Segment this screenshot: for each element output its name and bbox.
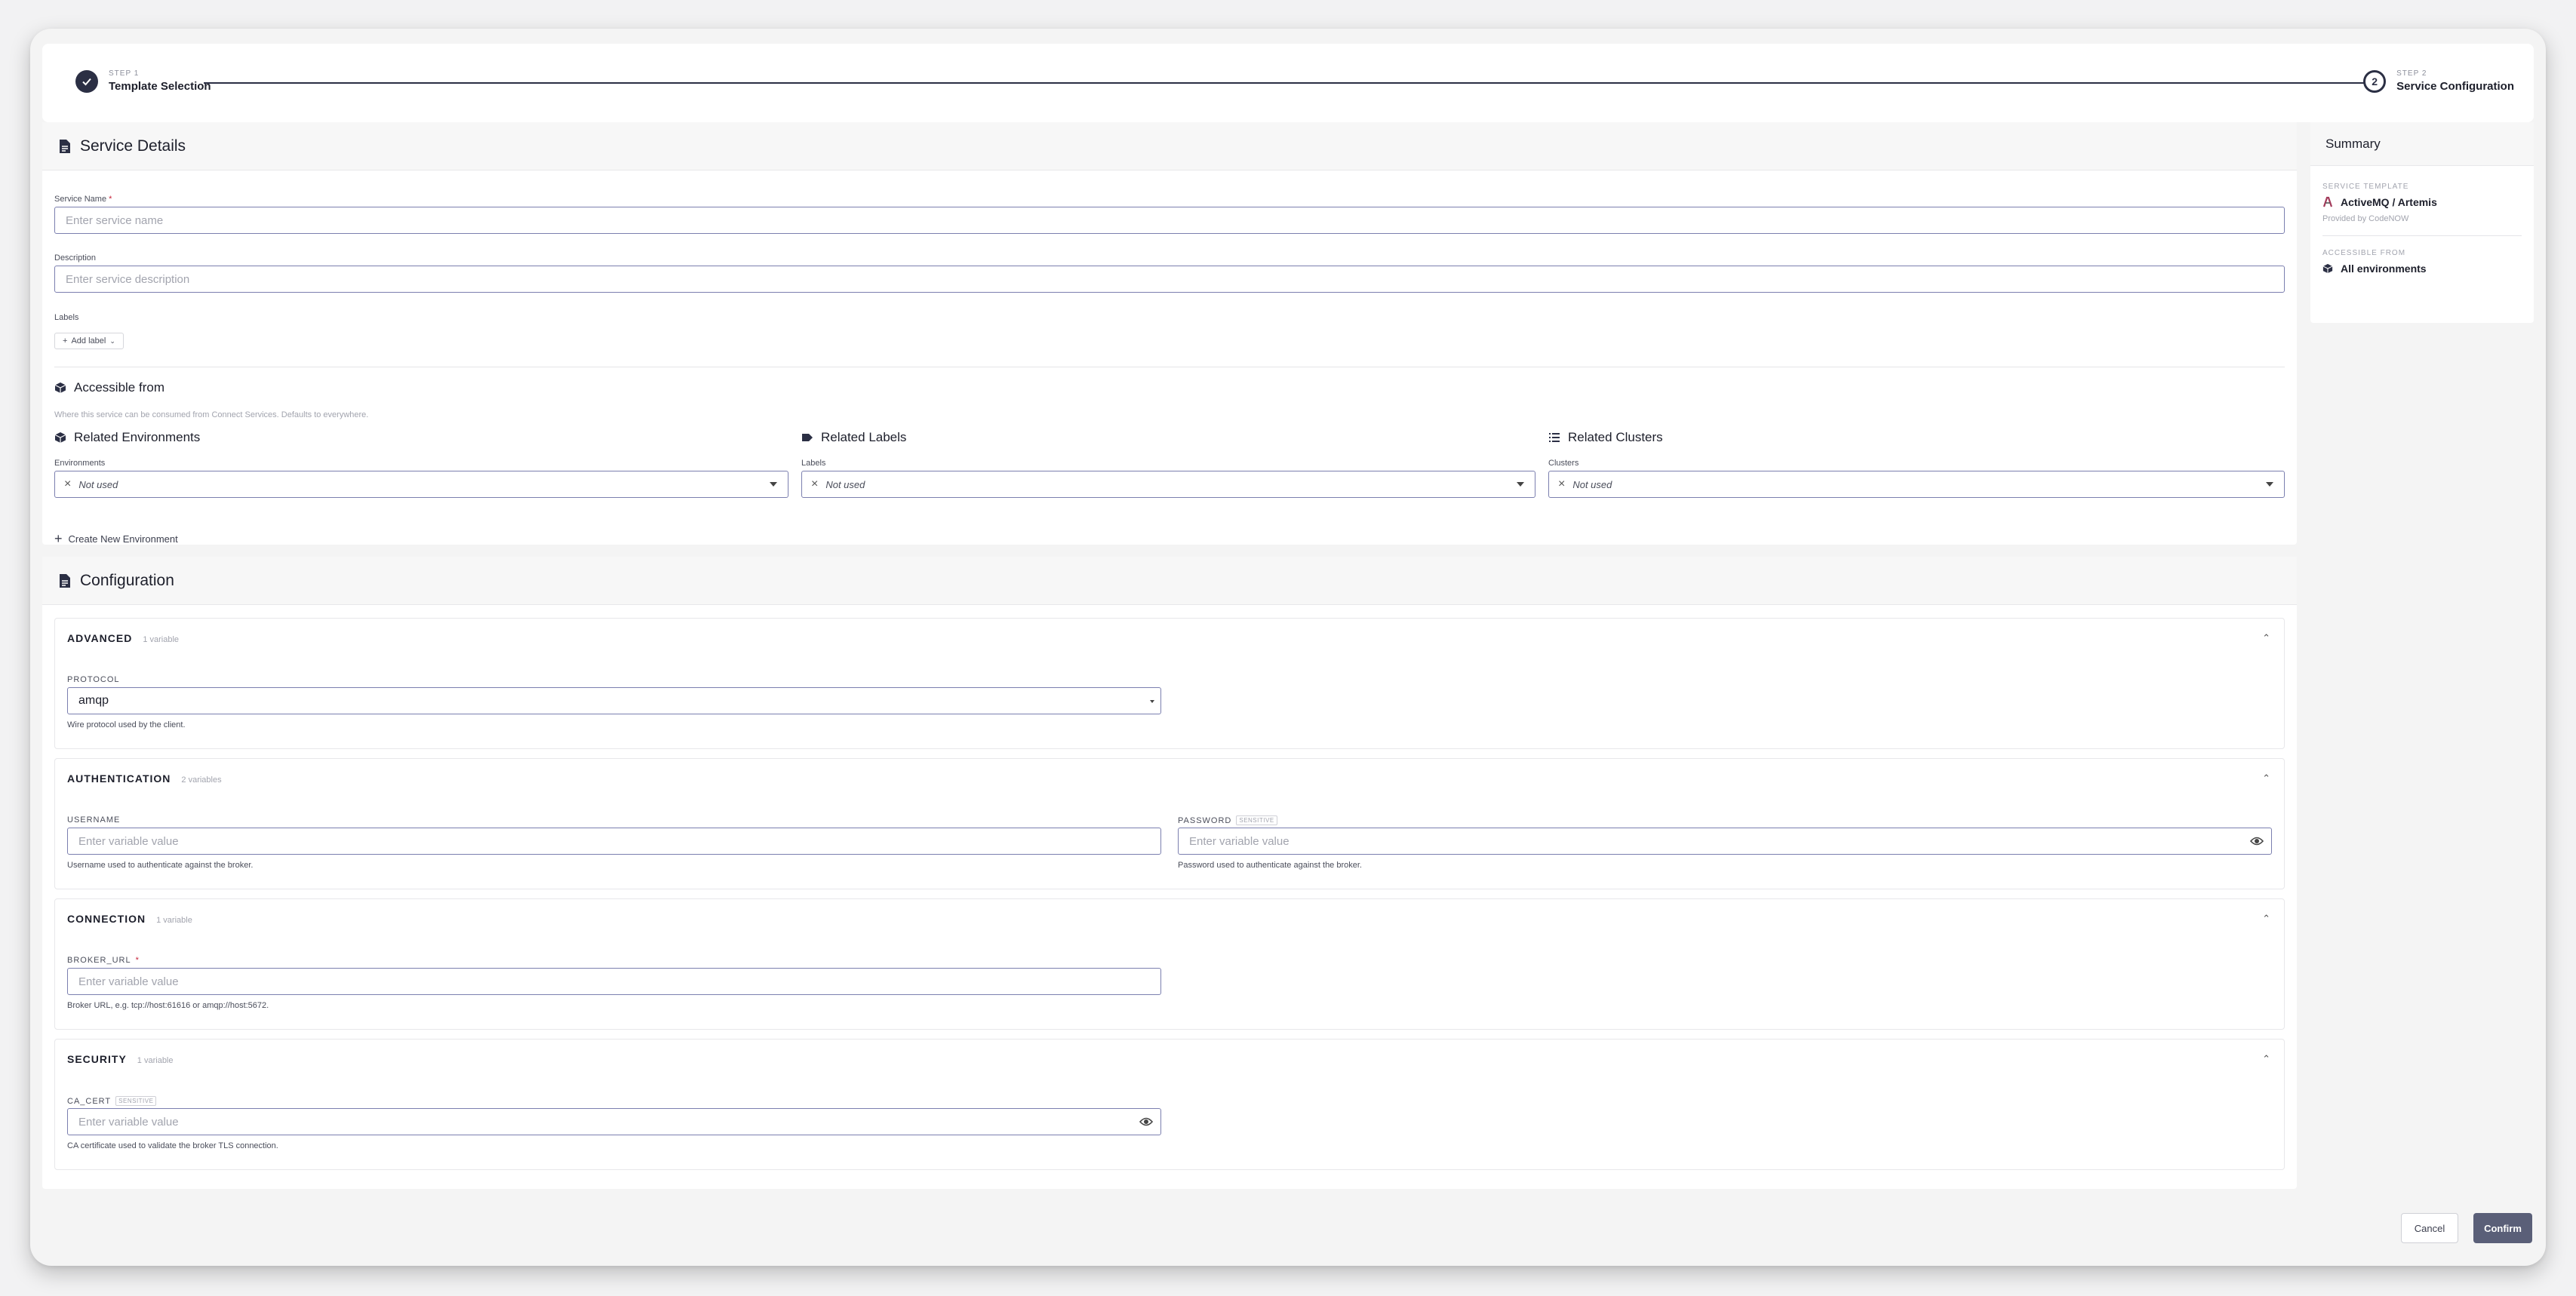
description-input[interactable]: Enter service description xyxy=(54,266,2285,293)
chevron-up-icon[interactable]: ⌃ xyxy=(2262,913,2270,925)
chevron-up-icon[interactable]: ⌃ xyxy=(2262,632,2270,644)
add-label-button[interactable]: + Add label ⌄ xyxy=(54,333,124,349)
protocol-label: PROTOCOL xyxy=(67,675,120,684)
description-label: Description xyxy=(54,253,97,263)
sensitive-badge: SENSITIVE xyxy=(115,1096,157,1106)
configuration-header: Configuration xyxy=(42,557,2297,605)
password-help: Password used to authenticate against th… xyxy=(1178,861,1362,870)
check-icon xyxy=(75,69,98,93)
step-template-selection[interactable]: STEP 1 Template Selection xyxy=(75,69,211,93)
clusters-select[interactable]: × Not used xyxy=(1548,471,2285,498)
accessible-from-eyebrow: ACCESSIBLE FROM xyxy=(2322,249,2406,257)
cube-icon xyxy=(54,432,66,443)
labels-select[interactable]: × Not used xyxy=(801,471,1535,498)
ca-cert-label: CA_CERT SENSITIVE xyxy=(67,1096,157,1106)
service-template-provider: Provided by CodeNOW xyxy=(2322,214,2409,223)
create-environment-button[interactable]: + Create New Environment xyxy=(54,531,178,547)
configuration-card: Configuration ADVANCED 1 variable ⌃ PROT… xyxy=(42,557,2297,1189)
password-label: PASSWORD SENSITIVE xyxy=(1178,815,1277,825)
clear-icon[interactable]: × xyxy=(811,478,818,491)
username-help: Username used to authenticate against th… xyxy=(67,861,254,870)
service-name-input[interactable]: Enter service name xyxy=(54,207,2285,234)
summary-title: Summary xyxy=(2310,122,2534,166)
cube-icon xyxy=(54,382,66,393)
caret-down-icon xyxy=(1150,700,1154,703)
divider xyxy=(2322,235,2522,236)
section-security-toggle[interactable]: SECURITY 1 variable xyxy=(67,1053,174,1065)
related-labels-heading: Related Labels xyxy=(801,430,906,445)
step-eyebrow: STEP 2 xyxy=(2396,69,2427,78)
list-icon xyxy=(1549,433,1560,442)
service-template-value: ActiveMQ / Artemis xyxy=(2322,196,2437,208)
labels-label: Labels xyxy=(54,313,79,322)
document-icon xyxy=(60,139,70,153)
accessible-from-heading: Accessible from xyxy=(54,380,164,395)
step-title: Service Configuration xyxy=(2396,80,2514,93)
plus-icon: + xyxy=(54,531,63,546)
step-eyebrow: STEP 1 xyxy=(109,69,140,78)
username-input[interactable]: Enter variable value xyxy=(67,828,1161,855)
service-name-label: Service Name * xyxy=(54,195,112,204)
broker-url-help: Broker URL, e.g. tcp://host:61616 or amq… xyxy=(67,1001,269,1010)
cancel-button[interactable]: Cancel xyxy=(2401,1213,2458,1243)
step-service-configuration[interactable]: 2 STEP 2 Service Configuration xyxy=(2363,69,2514,93)
service-details-card: Service Details Service Name * Enter ser… xyxy=(42,122,2297,547)
chevron-up-icon[interactable]: ⌃ xyxy=(2262,1053,2270,1065)
activemq-logo-icon xyxy=(2322,196,2333,207)
summary-card: Summary SERVICE TEMPLATE ActiveMQ / Arte… xyxy=(2310,122,2534,323)
caret-down-icon xyxy=(770,482,777,487)
username-label: USERNAME xyxy=(67,815,121,825)
environments-select[interactable]: × Not used xyxy=(54,471,788,498)
cube-icon xyxy=(2322,263,2333,274)
accessible-from-hint: Where this service can be consumed from … xyxy=(54,410,369,419)
section-connection: CONNECTION 1 variable ⌃ BROKER_URL * Ente… xyxy=(54,898,2285,1030)
clear-icon[interactable]: × xyxy=(1558,478,1565,491)
stepper-progress-line xyxy=(204,82,2372,84)
service-template-eyebrow: SERVICE TEMPLATE xyxy=(2322,183,2409,191)
environments-label: Environments xyxy=(54,459,106,468)
sensitive-badge: SENSITIVE xyxy=(1236,815,1277,825)
caret-down-icon xyxy=(1517,482,1524,487)
broker-url-label: BROKER_URL * xyxy=(67,956,140,965)
broker-url-input[interactable]: Enter variable value xyxy=(67,968,1161,995)
chevron-down-icon: ⌄ xyxy=(109,336,115,345)
accessible-from-value: All environments xyxy=(2322,263,2427,275)
step-title: Template Selection xyxy=(109,80,211,93)
caret-down-icon xyxy=(2266,482,2273,487)
section-advanced: ADVANCED 1 variable ⌃ PROTOCOL amqp Wire… xyxy=(54,618,2285,749)
stepper: STEP 1 Template Selection 2 STEP 2 Servi… xyxy=(42,44,2534,122)
eye-icon[interactable] xyxy=(1139,1116,1153,1127)
configuration-title: Configuration xyxy=(80,571,174,589)
labels-field-label: Labels xyxy=(801,459,826,468)
clear-icon[interactable]: × xyxy=(64,478,71,491)
clusters-label: Clusters xyxy=(1548,459,1579,468)
plus-icon: + xyxy=(63,336,68,345)
step-number: 2 xyxy=(2363,69,2387,93)
eye-icon[interactable] xyxy=(2250,836,2264,846)
service-details-title: Service Details xyxy=(80,137,186,155)
ca-cert-input[interactable]: Enter variable value xyxy=(67,1108,1161,1135)
service-details-header: Service Details xyxy=(42,122,2297,170)
password-input[interactable]: Enter variable value xyxy=(1178,828,2272,855)
section-security: SECURITY 1 variable ⌃ CA_CERT SENSITIVE … xyxy=(54,1039,2285,1170)
section-authentication-toggle[interactable]: AUTHENTICATION 2 variables xyxy=(67,772,222,785)
section-connection-toggle[interactable]: CONNECTION 1 variable xyxy=(67,913,192,925)
confirm-button[interactable]: Confirm xyxy=(2473,1213,2532,1243)
protocol-select[interactable]: amqp xyxy=(67,687,1161,714)
protocol-help: Wire protocol used by the client. xyxy=(67,720,186,729)
related-environments-heading: Related Environments xyxy=(54,430,200,445)
section-authentication: AUTHENTICATION 2 variables ⌃ USERNAME En… xyxy=(54,758,2285,889)
chevron-up-icon[interactable]: ⌃ xyxy=(2262,772,2270,785)
section-advanced-toggle[interactable]: ADVANCED 1 variable xyxy=(67,632,179,644)
tag-icon xyxy=(802,434,813,441)
service-wizard-modal: STEP 1 Template Selection 2 STEP 2 Servi… xyxy=(30,29,2546,1266)
document-icon xyxy=(60,573,70,588)
ca-cert-help: CA certificate used to validate the brok… xyxy=(67,1141,278,1150)
related-clusters-heading: Related Clusters xyxy=(1548,430,1663,445)
